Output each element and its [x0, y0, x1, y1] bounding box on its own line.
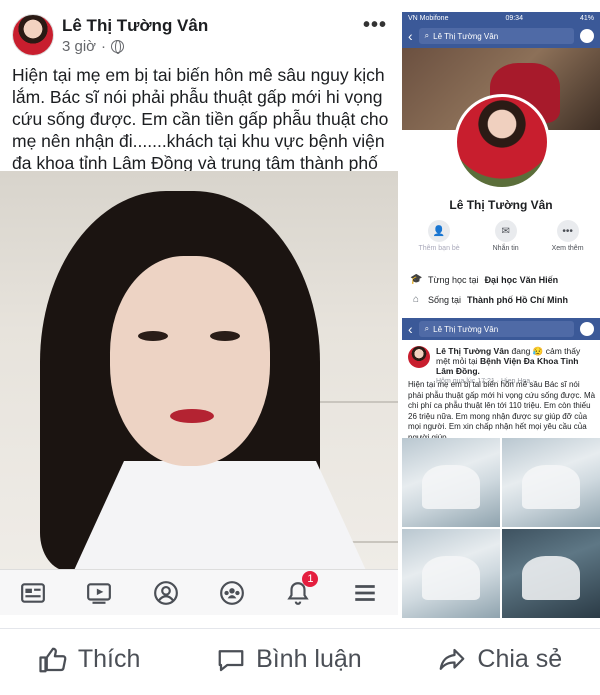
- add-friend-icon: 👤: [428, 220, 451, 242]
- mini-post-text: Hiện tại mẹ em bị tai biến hôn mê sâu Bá…: [408, 380, 596, 442]
- profile-picture[interactable]: [454, 94, 550, 190]
- author-avatar[interactable]: [12, 14, 54, 56]
- like-label: Thích: [77, 645, 141, 673]
- mini-avatar[interactable]: [408, 346, 430, 368]
- hospital-photo[interactable]: [502, 529, 600, 618]
- post-meta: 3 giờ ·: [62, 38, 125, 55]
- comment-icon: [218, 649, 244, 671]
- profile-icon[interactable]: [152, 579, 180, 607]
- share-label: Chia sẻ: [477, 645, 563, 673]
- more-options-button[interactable]: •••: [363, 14, 387, 37]
- education-row: 🎓 Từng học tại Đại học Văn Hiến: [410, 274, 558, 285]
- photo-lips: [170, 409, 214, 423]
- profile-actions: 👤 Thêm bạn bè ✉ Nhắn tin ••• Xem thêm: [402, 220, 600, 252]
- reaction-bar: Thích Bình luận Chia sẻ: [0, 628, 600, 690]
- post-header: Lê Thị Tường Vân 3 giờ · •••: [0, 0, 400, 62]
- post-screenshot: ‹ ⌕ Lê Thị Tường Vân Lê Thị Tường Vân đa…: [402, 318, 600, 618]
- search-text: Lê Thị Tường Vân: [433, 31, 499, 41]
- messenger-icon[interactable]: [580, 29, 594, 43]
- photo-eye-left: [138, 331, 168, 341]
- clock-label: 09:34: [505, 14, 523, 22]
- post-time[interactable]: 3 giờ: [62, 38, 96, 55]
- comment-label: Bình luận: [256, 645, 362, 673]
- back-arrow-icon[interactable]: ‹: [408, 321, 413, 337]
- hospital-photo-grid: [402, 438, 600, 618]
- residence-row: ⌂ Sống tại Thành phố Hồ Chí Minh: [410, 294, 568, 305]
- battery-label: 41%: [579, 14, 594, 22]
- like-icon: [39, 647, 67, 672]
- status-bar: VN Mobifone 09:34 41%: [402, 12, 600, 24]
- share-button[interactable]: Chia sẻ: [437, 645, 562, 675]
- fb-top-bar: ‹ ⌕ Lê Thị Tường Vân: [402, 318, 600, 340]
- search-icon: ⌕: [424, 31, 430, 40]
- watch-icon[interactable]: [85, 579, 113, 607]
- add-friend-button[interactable]: 👤 Thêm bạn bè: [418, 220, 460, 252]
- see-more-label: Xem thêm: [551, 245, 584, 252]
- comment-button[interactable]: Bình luận: [216, 645, 362, 675]
- share-icon: [440, 648, 465, 670]
- author-name[interactable]: Lê Thị Tường Vân: [62, 16, 208, 36]
- education-school[interactable]: Đại học Văn Hiến: [485, 275, 559, 285]
- search-input[interactable]: ⌕ Lê Thị Tường Vân: [418, 321, 574, 337]
- menu-icon[interactable]: [351, 579, 379, 607]
- graduation-cap-icon: 🎓: [410, 274, 423, 285]
- dot-separator: ·: [101, 38, 107, 55]
- back-arrow-icon[interactable]: ‹: [408, 28, 413, 44]
- post-photo[interactable]: [0, 171, 398, 569]
- more-icon: •••: [556, 220, 579, 242]
- globe-icon: [111, 40, 125, 54]
- hospital-photo[interactable]: [402, 529, 500, 618]
- profile-screenshot: VN Mobifone 09:34 41% ‹ ⌕ Lê Thị Tường V…: [402, 12, 600, 314]
- residence-prefix: Sống tại: [428, 294, 462, 305]
- carrier-label: VN Mobifone: [408, 14, 449, 22]
- education-prefix: Từng học tại: [428, 274, 479, 285]
- residence-city[interactable]: Thành phố Hồ Chí Minh: [467, 295, 568, 305]
- news-feed-icon[interactable]: [19, 579, 47, 607]
- notification-badge: 1: [302, 570, 319, 587]
- photo-face: [110, 256, 270, 466]
- notifications-icon[interactable]: 1: [284, 570, 319, 607]
- like-button[interactable]: Thích: [38, 645, 141, 675]
- search-text: Lê Thị Tường Vân: [433, 324, 499, 334]
- mini-author[interactable]: Lê Thị Tường Vân: [436, 346, 509, 356]
- message-label: Nhắn tin: [492, 245, 519, 252]
- photo-eye-right: [210, 331, 240, 341]
- profile-name: Lê Thị Tường Vân: [449, 198, 553, 212]
- home-icon: ⌂: [412, 294, 420, 305]
- see-more-button[interactable]: ••• Xem thêm: [552, 220, 584, 252]
- messenger-icon: ✉: [494, 220, 517, 242]
- fb-top-bar: ‹ ⌕ Lê Thị Tường Vân: [402, 24, 600, 48]
- messenger-icon[interactable]: [580, 322, 594, 336]
- bottom-nav: 1: [0, 569, 398, 615]
- add-friend-label: Thêm bạn bè: [418, 245, 460, 252]
- search-input[interactable]: ⌕ Lê Thị Tường Vân: [418, 28, 574, 44]
- search-icon: ⌕: [424, 324, 430, 333]
- hospital-photo[interactable]: [402, 438, 500, 527]
- hospital-photo[interactable]: [502, 438, 600, 527]
- message-button[interactable]: ✉ Nhắn tin: [493, 220, 519, 252]
- groups-icon[interactable]: [218, 579, 246, 607]
- mini-post-title: Lê Thị Tường Vân đang 😥 cảm thấy mệt mỏi…: [436, 346, 596, 376]
